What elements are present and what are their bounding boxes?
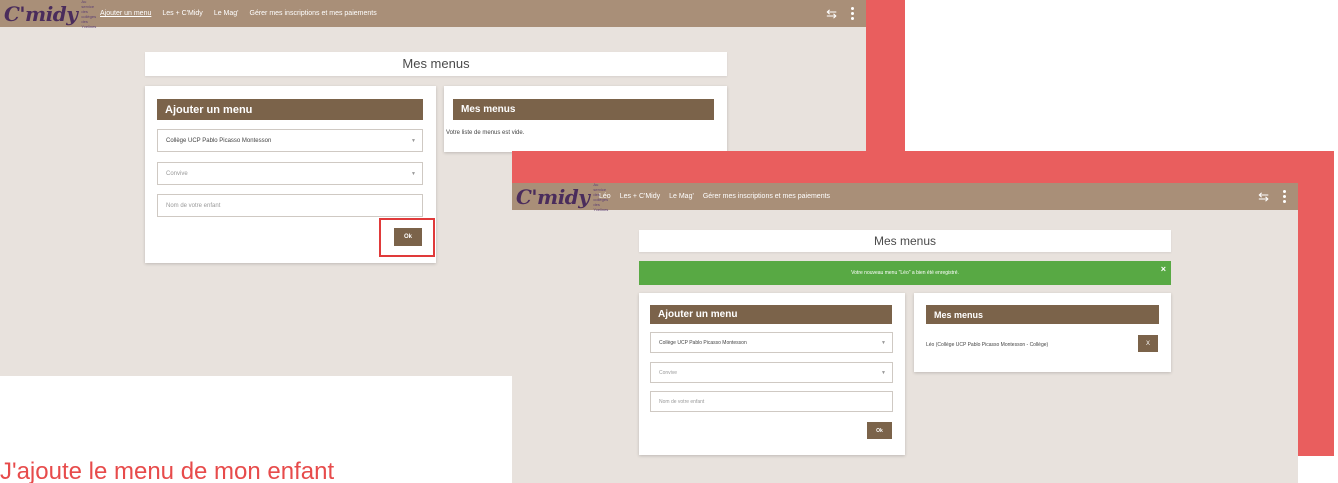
more-vertical-icon[interactable] — [1283, 190, 1286, 203]
school-select-value: Collège UCP Pablo Picasso Montesson — [166, 137, 272, 144]
nav-link-les-plus-cmidy[interactable]: Les + C'Midy — [162, 10, 202, 17]
cmidy-logo[interactable]: C'midy Au service des collèges des Yveli… — [0, 0, 96, 29]
chevron-down-icon: ▼ — [881, 369, 886, 376]
guest-select-placeholder: Convive — [166, 170, 188, 177]
close-icon[interactable]: × — [1161, 264, 1166, 274]
nav-link-les-plus-cmidy[interactable]: Les + C'Midy — [620, 193, 660, 200]
empty-menus-message: Votre liste de menus est vide. — [446, 130, 525, 136]
main-nav: Léo Les + C'Midy Le Mag' Gérer mes inscr… — [599, 193, 830, 200]
my-menus-card: Mes menus Léo (Collège UCP Pablo Picasso… — [914, 293, 1171, 372]
nav-link-le-mag[interactable]: Le Mag' — [214, 10, 239, 17]
guest-select[interactable]: Convive ▼ — [157, 162, 423, 185]
swap-arrows-icon[interactable]: ⇆ — [826, 7, 837, 20]
school-select[interactable]: Collège UCP Pablo Picasso Montesson ▼ — [650, 332, 893, 353]
logo-tagline: Au service des collèges des Yvelines — [81, 0, 97, 29]
delete-menu-button[interactable]: X — [1138, 335, 1158, 352]
child-name-placeholder: Nom de votre enfant — [166, 202, 221, 209]
guest-select-placeholder: Convive — [659, 369, 678, 376]
top-nav-bar: C'midy Au service des collèges des Yveli… — [0, 0, 866, 29]
logo-tagline: Au service des collèges des Yvelines — [593, 183, 609, 212]
page-title: Mes menus — [145, 52, 727, 76]
success-alert-text: Votre nouveau menu "Léo" a bien été enre… — [851, 270, 959, 276]
caption-text: J'ajoute le menu de mon enfant — [0, 458, 335, 483]
logo-text: C'midy — [4, 1, 78, 26]
guest-select[interactable]: Convive ▼ — [650, 362, 893, 383]
my-menus-card: Mes menus Votre liste de menus est vide. — [444, 86, 727, 152]
ok-button-highlight — [379, 218, 435, 257]
ok-button[interactable]: Ok — [867, 422, 892, 439]
menu-entry-text: Léo (Collège UCP Pablo Picasso Montesson… — [926, 342, 1049, 348]
my-menus-title: Mes menus — [926, 305, 1159, 324]
screenshot-2: C'midy Au service des collèges des Yveli… — [512, 183, 1298, 483]
swap-arrows-icon[interactable]: ⇆ — [1258, 190, 1269, 203]
nav-link-gerer-inscriptions[interactable]: Gérer mes inscriptions et mes paiements — [250, 10, 377, 17]
child-name-input[interactable]: Nom de votre enfant — [157, 194, 423, 217]
add-menu-card: Ajouter un menu Collège UCP Pablo Picass… — [639, 293, 905, 455]
my-menus-title: Mes menus — [453, 99, 714, 120]
nav-link-le-mag[interactable]: Le Mag' — [669, 193, 694, 200]
add-menu-title: Ajouter un menu — [650, 305, 892, 324]
child-name-placeholder: Nom de votre enfant — [659, 398, 705, 405]
page-title-text: Mes menus — [402, 56, 470, 71]
main-nav: Ajouter un menu Les + C'Midy Le Mag' Gér… — [100, 10, 377, 17]
top-nav-bar: C'midy Au service des collèges des Yveli… — [512, 183, 1298, 212]
school-select[interactable]: Collège UCP Pablo Picasso Montesson ▼ — [157, 129, 423, 152]
collage: C'midy Au service des collèges des Yveli… — [0, 0, 1338, 483]
add-menu-card: Ajouter un menu Collège UCP Pablo Picass… — [145, 86, 436, 263]
success-alert: Votre nouveau menu "Léo" a bien été enre… — [639, 261, 1171, 285]
page-title-text: Mes menus — [873, 234, 937, 248]
cmidy-logo[interactable]: C'midy Au service des collèges des Yveli… — [512, 183, 608, 212]
child-name-input[interactable]: Nom de votre enfant — [650, 391, 893, 412]
nav-link-ajouter-menu[interactable]: Ajouter un menu — [100, 10, 151, 17]
chevron-down-icon: ▼ — [411, 137, 416, 144]
page-title: Mes menus — [639, 230, 1171, 252]
more-vertical-icon[interactable] — [851, 7, 854, 20]
logo-text: C'midy — [516, 184, 590, 209]
chevron-down-icon: ▼ — [411, 170, 416, 177]
school-select-value: Collège UCP Pablo Picasso Montesson — [659, 339, 747, 346]
nav-link-gerer-inscriptions[interactable]: Gérer mes inscriptions et mes paiements — [703, 193, 830, 200]
add-menu-title: Ajouter un menu — [157, 99, 423, 120]
chevron-down-icon: ▼ — [881, 339, 886, 346]
